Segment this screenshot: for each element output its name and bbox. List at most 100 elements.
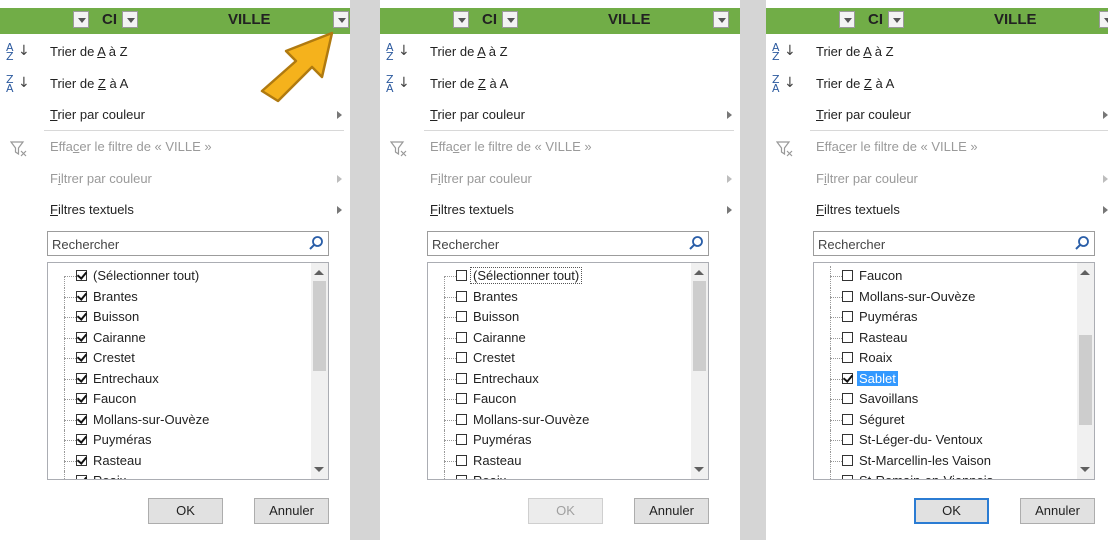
item-checkbox[interactable]: [842, 454, 853, 466]
list-item[interactable]: Roaix: [428, 471, 690, 479]
list-item[interactable]: Crestet: [428, 348, 690, 368]
item-checkbox[interactable]: [842, 290, 853, 302]
list-item[interactable]: Buisson: [428, 307, 690, 327]
item-checkbox[interactable]: [456, 352, 467, 363]
item-checkbox[interactable]: [76, 413, 87, 425]
item-checkbox[interactable]: [76, 290, 87, 302]
scroll-down-icon[interactable]: [314, 467, 324, 472]
scroll-down-icon[interactable]: [694, 467, 704, 472]
item-checkbox[interactable]: [456, 290, 467, 302]
column-a-filter-dropdown[interactable]: [73, 11, 89, 28]
text-filters-item[interactable]: Filtres textuels: [0, 196, 350, 224]
column-a-filter-dropdown[interactable]: [839, 11, 855, 28]
list-item[interactable]: Crestet: [48, 348, 310, 368]
list-item[interactable]: (Sélectionner tout): [428, 266, 690, 286]
item-checkbox[interactable]: [456, 311, 467, 322]
ville-filter-dropdown[interactable]: [713, 11, 729, 28]
list-item[interactable]: Mollans-sur-Ouvèze: [428, 409, 690, 430]
list-item[interactable]: St-Romain-en-Viennois: [814, 471, 1076, 479]
item-checkbox[interactable]: [456, 434, 467, 445]
list-item[interactable]: Mollans-sur-Ouvèze: [48, 409, 310, 430]
cancel-button[interactable]: Annuler: [254, 498, 329, 524]
list-item[interactable]: Entrechaux: [428, 368, 690, 389]
scroll-thumb[interactable]: [693, 281, 706, 371]
item-checkbox[interactable]: [76, 372, 87, 384]
list-item[interactable]: Savoillans: [814, 389, 1076, 409]
item-checkbox[interactable]: [842, 475, 853, 479]
sort-az-item[interactable]: A Z ↓ Trier de A à Z: [766, 38, 1108, 66]
scroll-thumb[interactable]: [313, 281, 326, 371]
column-a-sort-dropdown[interactable]: [888, 11, 904, 28]
column-a-filter-dropdown[interactable]: [453, 11, 469, 28]
list-item[interactable]: St-Léger-du- Ventoux: [814, 430, 1076, 450]
list-item[interactable]: Faucon: [48, 389, 310, 409]
sort-by-color-item[interactable]: Trier par couleur: [380, 101, 740, 129]
list-item[interactable]: Cairanne: [428, 327, 690, 348]
search-input[interactable]: Rechercher: [427, 231, 709, 256]
item-checkbox[interactable]: [842, 311, 853, 322]
list-scrollbar[interactable]: [691, 263, 708, 479]
scroll-down-icon[interactable]: [1080, 467, 1090, 472]
item-checkbox[interactable]: [842, 434, 853, 445]
list-item[interactable]: St-Marcellin-les Vaison: [814, 450, 1076, 471]
text-filters-item[interactable]: Filtres textuels: [766, 196, 1108, 224]
list-item[interactable]: Brantes: [48, 286, 310, 307]
cancel-button[interactable]: Annuler: [1020, 498, 1095, 524]
item-checkbox[interactable]: [456, 372, 467, 384]
list-item[interactable]: Faucon: [428, 389, 690, 409]
search-input[interactable]: Rechercher: [813, 231, 1095, 256]
item-checkbox[interactable]: [842, 270, 853, 281]
item-checkbox[interactable]: [456, 475, 467, 479]
item-checkbox[interactable]: [76, 393, 87, 404]
item-checkbox[interactable]: [76, 475, 87, 479]
list-scrollbar[interactable]: [311, 263, 328, 479]
item-checkbox[interactable]: [76, 270, 87, 281]
list-item[interactable]: Faucon: [814, 266, 1076, 286]
scroll-up-icon[interactable]: [694, 270, 704, 275]
column-a-sort-dropdown[interactable]: [122, 11, 138, 28]
item-checkbox[interactable]: [456, 393, 467, 404]
list-item[interactable]: Rasteau: [814, 327, 1076, 348]
item-checkbox[interactable]: [76, 331, 87, 343]
list-item[interactable]: Roaix: [814, 348, 1076, 368]
item-checkbox[interactable]: [842, 352, 853, 363]
item-checkbox[interactable]: [456, 331, 467, 343]
sort-za-item[interactable]: Z A ↓ Trier de Z à A: [766, 70, 1108, 98]
scroll-up-icon[interactable]: [1080, 270, 1090, 275]
ok-button[interactable]: OK: [148, 498, 223, 524]
list-item[interactable]: Cairanne: [48, 327, 310, 348]
list-item[interactable]: Brantes: [428, 286, 690, 307]
search-input[interactable]: Rechercher: [47, 231, 329, 256]
ville-filter-dropdown[interactable]: [1099, 11, 1108, 28]
list-item[interactable]: Séguret: [814, 409, 1076, 430]
item-checkbox[interactable]: [76, 311, 87, 322]
list-item[interactable]: Puyméras: [814, 307, 1076, 327]
scroll-up-icon[interactable]: [314, 270, 324, 275]
list-item[interactable]: Mollans-sur-Ouvèze: [814, 286, 1076, 307]
list-item[interactable]: Puyméras: [48, 430, 310, 450]
item-checkbox[interactable]: [456, 454, 467, 466]
list-item[interactable]: Roaix: [48, 471, 310, 479]
list-item[interactable]: Sablet: [814, 368, 1076, 389]
list-item[interactable]: Entrechaux: [48, 368, 310, 389]
item-checkbox[interactable]: [76, 352, 87, 363]
cancel-button[interactable]: Annuler: [634, 498, 709, 524]
list-item[interactable]: Buisson: [48, 307, 310, 327]
list-item[interactable]: (Sélectionner tout): [48, 266, 310, 286]
sort-by-color-item[interactable]: Trier par couleur: [766, 101, 1108, 129]
item-checkbox[interactable]: [76, 434, 87, 445]
item-checkbox[interactable]: [842, 331, 853, 343]
item-checkbox[interactable]: [456, 270, 467, 281]
list-item[interactable]: Rasteau: [428, 450, 690, 471]
item-checkbox[interactable]: [456, 413, 467, 425]
item-checkbox[interactable]: [76, 454, 87, 466]
item-checkbox[interactable]: [842, 413, 853, 425]
sort-za-item[interactable]: Z A ↓ Trier de Z à A: [380, 70, 740, 98]
item-checkbox[interactable]: [842, 372, 853, 384]
scroll-thumb[interactable]: [1079, 335, 1092, 425]
item-checkbox[interactable]: [842, 393, 853, 404]
ok-button[interactable]: OK: [914, 498, 989, 524]
text-filters-item[interactable]: Filtres textuels: [380, 196, 740, 224]
column-a-sort-dropdown[interactable]: [502, 11, 518, 28]
list-item[interactable]: Puyméras: [428, 430, 690, 450]
